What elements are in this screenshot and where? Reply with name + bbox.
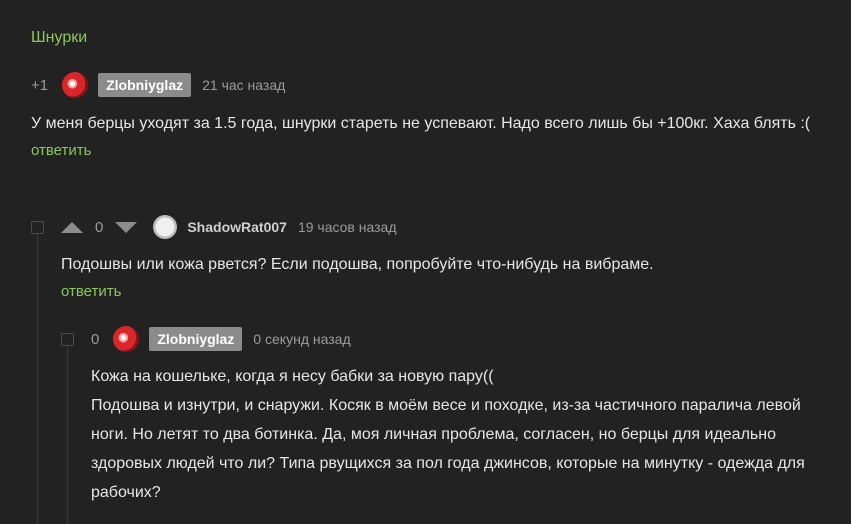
comment-header: 0 Zlobniyglaz 0 секунд назад <box>61 324 841 354</box>
reply-link[interactable]: ответить <box>61 283 121 300</box>
collapse-toggle[interactable] <box>61 332 74 346</box>
comment-text: Подошвы или кожа рвется? Если подошва, п… <box>61 256 654 273</box>
downvote-icon[interactable] <box>115 221 138 233</box>
comment-text: Кожа на кошельке, когда я несу бабки за … <box>91 368 805 501</box>
comment-header: 0 ShadowRat007 19 часов назад <box>31 212 831 242</box>
comment-rating: 0 <box>95 218 104 236</box>
collapse-toggle[interactable] <box>31 220 44 234</box>
avatar[interactable] <box>153 215 178 239</box>
comment-rating: 0 <box>91 330 100 348</box>
comment-time[interactable]: 19 часов назад <box>298 219 397 235</box>
reply-link[interactable]: ответить <box>31 142 91 159</box>
author-name[interactable]: ShadowRat007 <box>187 219 287 235</box>
comment-time[interactable]: 21 час назад <box>202 77 285 93</box>
author-badge[interactable]: Zlobniyglaz <box>98 73 192 97</box>
upvote-icon[interactable] <box>61 221 83 233</box>
comment-rating: +1 <box>31 76 49 94</box>
comment-time[interactable]: 0 секунд назад <box>253 331 350 347</box>
comment-header: +1 Zlobniyglaz 21 час назад <box>31 70 831 100</box>
comment-1: +1 Zlobniyglaz 21 час назад У меня берцы… <box>31 70 831 160</box>
author-badge[interactable]: Zlobniyglaz <box>149 327 243 351</box>
comment-2: 0 ShadowRat007 19 часов назад Подошвы ил… <box>31 212 831 301</box>
comment-3: 0 Zlobniyglaz 0 секунд назад Кожа на кош… <box>61 324 841 507</box>
avatar[interactable] <box>113 326 140 352</box>
avatar[interactable] <box>62 72 89 98</box>
comment-text: У меня берцы уходят за 1.5 года, шнурки … <box>31 115 811 132</box>
parent-post-link[interactable]: Шнурки <box>31 28 87 48</box>
